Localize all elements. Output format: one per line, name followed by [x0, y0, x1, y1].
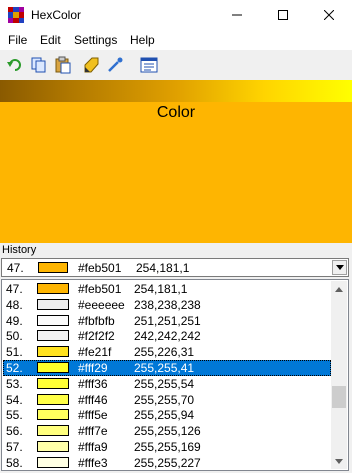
history-row[interactable]: 53. #fff36 255,255,54 [3, 376, 331, 392]
history-row-color-chip [37, 377, 69, 389]
dropdown-rgb: 254,181,1 [136, 261, 190, 275]
history-row[interactable]: 54. #fff46 255,255,70 [3, 392, 331, 408]
history-row-rgb: 255,255,54 [134, 376, 195, 391]
menu-edit[interactable]: Edit [40, 33, 61, 47]
scroll-down-button[interactable] [331, 453, 347, 469]
history-row-number: 48. [6, 297, 23, 312]
history-row-number: 58. [6, 455, 23, 470]
history-scrollbar[interactable] [331, 281, 347, 469]
chevron-down-icon [335, 265, 344, 270]
history-row[interactable]: 57. #fffa9 255,255,169 [3, 439, 331, 455]
history-row-color-chip [37, 456, 69, 468]
history-row-number: 54. [6, 392, 23, 407]
history-row-color-chip [37, 409, 69, 421]
dropdown-arrow-button[interactable] [332, 260, 347, 275]
history-row-hex: #eeeeee [78, 297, 125, 312]
history-row-rgb: 255,255,227 [134, 455, 201, 470]
title-bar: HexColor [0, 0, 352, 30]
history-row-rgb: 255,255,126 [134, 424, 201, 439]
history-row-rgb: 255,226,31 [134, 345, 195, 360]
history-row-hex: #fffe3 [78, 455, 108, 470]
history-row-number: 51. [6, 345, 23, 360]
history-row-number: 52. [6, 361, 23, 375]
history-row-color-chip [37, 362, 69, 373]
list-view-icon[interactable] [140, 56, 158, 74]
history-row-hex: #fff46 [78, 392, 108, 407]
close-icon [324, 10, 334, 20]
history-row[interactable]: 51. #fe21f 255,226,31 [3, 344, 331, 360]
history-row-hex: #f2f2f2 [78, 329, 115, 344]
history-row-number: 53. [6, 376, 23, 391]
eyedropper-icon[interactable] [106, 56, 124, 74]
menu-file[interactable]: File [8, 33, 27, 47]
history-row[interactable]: 55. #fff5e 255,255,94 [3, 407, 331, 423]
history-row-rgb: 255,255,41 [134, 361, 195, 375]
scroll-thumb[interactable] [332, 386, 346, 408]
color-preview [0, 102, 352, 243]
history-row-rgb: 254,181,1 [134, 282, 188, 296]
copy-icon[interactable] [30, 56, 48, 74]
history-row-hex: #fff29 [78, 361, 108, 375]
history-row-hex: #fff5e [78, 408, 108, 423]
history-row-rgb: 242,242,242 [134, 329, 201, 344]
history-list[interactable]: 58. #fffe3 255,255,227 57. #fffa9 255,255,169… [1, 279, 349, 471]
history-row-number: 50. [6, 329, 23, 344]
history-row-hex: #fffa9 [78, 440, 108, 454]
history-row-color-chip [37, 314, 69, 326]
paste-icon[interactable] [54, 56, 72, 74]
history-row-hex: #fff7e [78, 424, 108, 439]
menu-help[interactable]: Help [130, 33, 155, 47]
history-label: History [2, 244, 37, 256]
history-row-color-chip [37, 298, 69, 310]
menu-bar: File Edit Settings Help [0, 30, 352, 50]
history-row-color-chip [37, 283, 69, 294]
history-row[interactable]: 50. #f2f2f2 242,242,242 [3, 328, 331, 344]
undo-icon[interactable] [6, 56, 24, 74]
history-row-hex: #fe21f [78, 345, 112, 360]
history-row-rgb: 255,255,70 [134, 392, 195, 407]
color-preview-label: Color [156, 104, 196, 121]
chevron-up-icon [335, 286, 343, 292]
history-row-color-chip [37, 346, 69, 358]
history-row[interactable]: 48. #eeeeee 238,238,238 [3, 297, 331, 313]
history-row-color-chip [37, 393, 69, 405]
menu-settings[interactable]: Settings [74, 33, 117, 47]
history-row-rgb: 238,238,238 [134, 297, 201, 312]
history-row[interactable]: 58. #fffe3 255,255,227 [3, 455, 331, 470]
history-row[interactable]: 47. #feb501 254,181,1 [3, 281, 331, 297]
history-row-number: 47. [6, 282, 23, 296]
history-row-number: 55. [6, 408, 23, 423]
history-row-rgb: 251,251,251 [134, 313, 201, 328]
color-gradient-bar[interactable] [0, 80, 352, 102]
close-button[interactable] [306, 0, 352, 30]
history-row-color-chip [37, 330, 69, 342]
marker-icon[interactable] [82, 56, 100, 74]
history-row[interactable]: 52. #fff29 255,255,41 [3, 360, 331, 376]
history-row-rgb: 255,255,94 [134, 408, 195, 423]
minimize-icon [232, 14, 242, 16]
history-row-number: 49. [6, 313, 23, 328]
history-row-number: 57. [6, 440, 23, 454]
history-row-hex: #feb501 [78, 282, 122, 296]
history-row[interactable]: 56. #fff7e 255,255,126 [3, 423, 331, 439]
history-row-number: 56. [6, 424, 23, 439]
scroll-up-button[interactable] [331, 281, 347, 297]
history-row-color-chip [37, 425, 69, 437]
app-icon [8, 7, 24, 23]
history-row-color-chip [37, 441, 69, 452]
dropdown-color-chip [38, 262, 68, 273]
chevron-down-icon [335, 458, 343, 464]
window-title: HexColor [31, 8, 82, 22]
maximize-button[interactable] [260, 0, 306, 30]
history-dropdown[interactable]: 47. #feb501 254,181,1 [1, 258, 349, 277]
history-row-hex: #fbfbfb [78, 313, 115, 328]
minimize-button[interactable] [214, 0, 260, 30]
toolbar [0, 52, 352, 78]
history-row-hex: #fff36 [78, 376, 108, 391]
dropdown-number: 47. [7, 261, 24, 275]
history-row-rgb: 255,255,169 [134, 440, 201, 454]
dropdown-hex: #feb501 [78, 261, 122, 275]
maximize-icon [278, 10, 288, 20]
history-row[interactable]: 49. #fbfbfb 251,251,251 [3, 313, 331, 329]
